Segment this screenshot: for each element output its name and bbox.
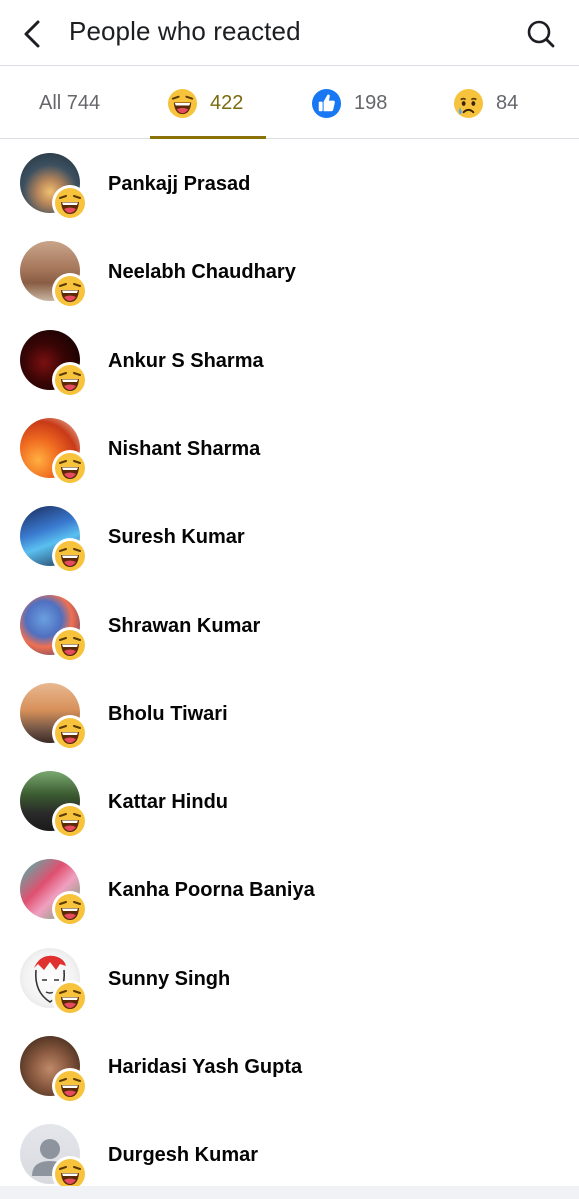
list-item[interactable]: Ankur S Sharma [0, 317, 579, 405]
person-name[interactable]: Shrawan Kumar [108, 615, 260, 638]
search-icon [527, 20, 555, 48]
person-name[interactable]: Kattar Hindu [108, 791, 228, 814]
haha-emoji-icon [55, 452, 85, 483]
reaction-badge [52, 714, 88, 751]
tab-haha[interactable]: 422 [167, 67, 243, 139]
person-name[interactable]: Nishant Sharma [108, 438, 260, 461]
sad-emoji-icon [453, 88, 484, 118]
avatar-container[interactable] [20, 241, 88, 310]
list-item[interactable]: Haridasi Yash Gupta [0, 1023, 579, 1111]
active-tab-indicator [150, 136, 266, 139]
reaction-tabs: All 744 422 198 84 [0, 67, 579, 139]
tab-sad[interactable]: 84 [453, 67, 518, 139]
person-name[interactable]: Neelabh Chaudhary [108, 261, 296, 284]
tab-all[interactable]: All 744 [39, 67, 100, 139]
avatar-container[interactable] [20, 859, 88, 928]
avatar-container[interactable] [20, 1036, 88, 1104]
haha-emoji-icon [55, 276, 85, 307]
list-item[interactable]: Neelabh Chaudhary [0, 228, 579, 316]
reaction-badge [52, 803, 88, 840]
reaction-badge [52, 361, 88, 398]
list-item[interactable]: Sunny Singh [0, 935, 579, 1023]
search-button[interactable] [521, 14, 561, 54]
reaction-badge [52, 891, 88, 928]
person-name[interactable]: Pankajj Prasad [108, 173, 250, 196]
list-item[interactable]: Bholu Tiwari [0, 670, 579, 758]
avatar-container[interactable] [20, 947, 88, 1016]
back-button[interactable] [14, 14, 50, 54]
reaction-badge [52, 626, 88, 663]
top-app-bar: People who reacted [0, 0, 579, 66]
person-name[interactable]: Haridasi Yash Gupta [108, 1056, 302, 1079]
person-name[interactable]: Durgesh Kumar [108, 1144, 258, 1167]
haha-emoji-icon [55, 188, 85, 218]
tab-sad-count: 84 [496, 91, 519, 114]
chevron-left-icon [24, 20, 40, 48]
tab-like[interactable]: 198 [311, 67, 387, 139]
tab-like-count: 198 [354, 91, 388, 114]
haha-emoji-icon [55, 541, 85, 572]
reaction-badge [52, 449, 88, 486]
list-item[interactable]: Kattar Hindu [0, 758, 579, 846]
bottom-edge [0, 1186, 579, 1199]
haha-emoji-icon [167, 88, 198, 118]
reaction-badge [52, 185, 88, 221]
person-name[interactable]: Kanha Poorna Baniya [108, 879, 315, 902]
reaction-badge [52, 538, 88, 575]
avatar-container[interactable] [20, 153, 88, 221]
reaction-badge [52, 979, 88, 1016]
person-name[interactable]: Ankur S Sharma [108, 350, 264, 373]
avatar-container[interactable] [20, 771, 88, 840]
list-item[interactable]: Nishant Sharma [0, 405, 579, 493]
person-name[interactable]: Sunny Singh [108, 968, 230, 991]
haha-emoji-icon [55, 1071, 85, 1101]
reaction-badge [52, 1068, 88, 1104]
list-item[interactable]: Pankajj Prasad [0, 140, 579, 228]
haha-emoji-icon [55, 629, 85, 660]
list-item[interactable]: Suresh Kumar [0, 493, 579, 581]
list-item[interactable]: Kanha Poorna Baniya [0, 846, 579, 934]
haha-emoji-icon [55, 364, 85, 395]
page-title: People who reacted [69, 16, 301, 46]
avatar-container[interactable] [20, 417, 88, 486]
haha-emoji-icon [55, 894, 85, 925]
avatar-container[interactable] [20, 682, 88, 751]
avatar-container[interactable] [20, 329, 88, 398]
avatar-container[interactable] [20, 506, 88, 575]
tab-all-label: All 744 [39, 91, 101, 114]
haha-emoji-icon [55, 982, 85, 1013]
haha-emoji-icon [55, 717, 85, 748]
list-item[interactable]: Shrawan Kumar [0, 582, 579, 670]
person-name[interactable]: Suresh Kumar [108, 526, 245, 549]
like-thumb-icon [311, 88, 342, 118]
reaction-badge [52, 273, 88, 310]
person-name[interactable]: Bholu Tiwari [108, 703, 228, 726]
avatar-container[interactable] [20, 1124, 88, 1193]
haha-emoji-icon [55, 806, 85, 837]
avatar-container[interactable] [20, 594, 88, 663]
tab-haha-count: 422 [210, 91, 244, 114]
